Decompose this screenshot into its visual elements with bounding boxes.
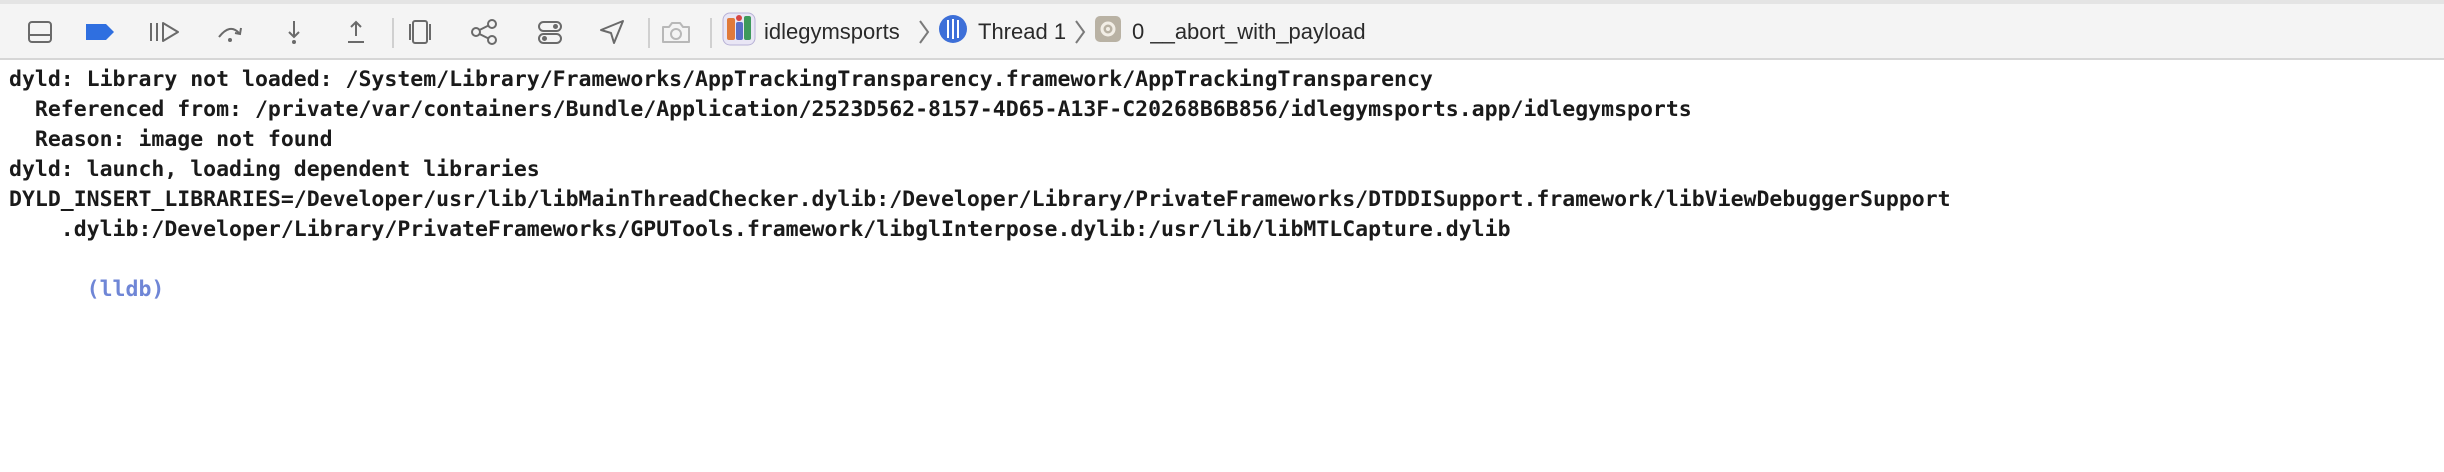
toolbar-separator [710, 18, 712, 48]
toolbar-separator [648, 18, 650, 48]
step-into-icon [281, 18, 307, 46]
debug-memory-graph-button[interactable] [462, 4, 506, 60]
debug-toolbar: idlegymsports Thread 1 0 __abort_with_pa… [0, 4, 2444, 60]
console-line: dyld: Library not loaded: /System/Librar… [9, 67, 1433, 92]
breadcrumb-frame[interactable]: 0 __abort_with_payload [1094, 4, 1366, 60]
console-line: Reason: image not found [9, 127, 333, 152]
breadcrumb-thread[interactable]: Thread 1 [938, 4, 1066, 60]
lldb-prompt-line[interactable]: (lldb) [9, 245, 2444, 302]
console-line: DYLD_INSERT_LIBRARIES=/Developer/usr/lib… [9, 187, 1951, 212]
debug-view-hierarchy-icon [405, 18, 435, 46]
environment-overrides-button[interactable] [528, 4, 572, 60]
console-output[interactable]: dyld: Library not loaded: /System/Librar… [0, 60, 2444, 472]
step-over-button[interactable] [208, 4, 252, 60]
breadcrumb-app[interactable]: idlegymsports [722, 4, 900, 60]
step-over-icon [215, 19, 245, 45]
debug-area: idlegymsports Thread 1 0 __abort_with_pa… [0, 0, 2444, 472]
camera-icon [660, 19, 692, 45]
breadcrumb-app-label: idlegymsports [764, 19, 900, 44]
step-out-button[interactable] [334, 4, 378, 60]
chevron-right-icon [1074, 4, 1086, 60]
environment-overrides-icon [536, 18, 564, 46]
stack-frame-icon [1094, 15, 1122, 49]
step-out-icon [343, 18, 369, 46]
breakpoints-toggle-button[interactable] [78, 4, 122, 60]
hide-debug-area-button[interactable] [18, 4, 62, 60]
step-into-button[interactable] [272, 4, 316, 60]
capture-screenshot-button[interactable] [654, 4, 698, 60]
toolbar-separator [392, 18, 394, 48]
app-icon [722, 12, 756, 52]
breadcrumb-frame-label: 0 __abort_with_payload [1132, 19, 1366, 44]
simulate-location-icon [598, 18, 626, 46]
breakpoints-toggle-icon [84, 21, 116, 43]
debug-memory-graph-icon [469, 18, 499, 46]
chevron-right-icon [918, 4, 930, 60]
debug-view-hierarchy-button[interactable] [398, 4, 442, 60]
simulate-location-button[interactable] [590, 4, 634, 60]
console-line: dyld: launch, loading dependent librarie… [9, 157, 540, 182]
continue-button[interactable] [142, 4, 186, 60]
thread-icon [938, 14, 968, 50]
console-line: .dylib:/Developer/Library/PrivateFramewo… [9, 217, 1511, 242]
hide-debug-area-icon [27, 19, 53, 45]
console-line: Referenced from: /private/var/containers… [9, 97, 1692, 122]
continue-execution-icon [147, 20, 181, 44]
breadcrumb-thread-label: Thread 1 [978, 19, 1067, 44]
lldb-prompt: (lldb) [86, 277, 165, 302]
